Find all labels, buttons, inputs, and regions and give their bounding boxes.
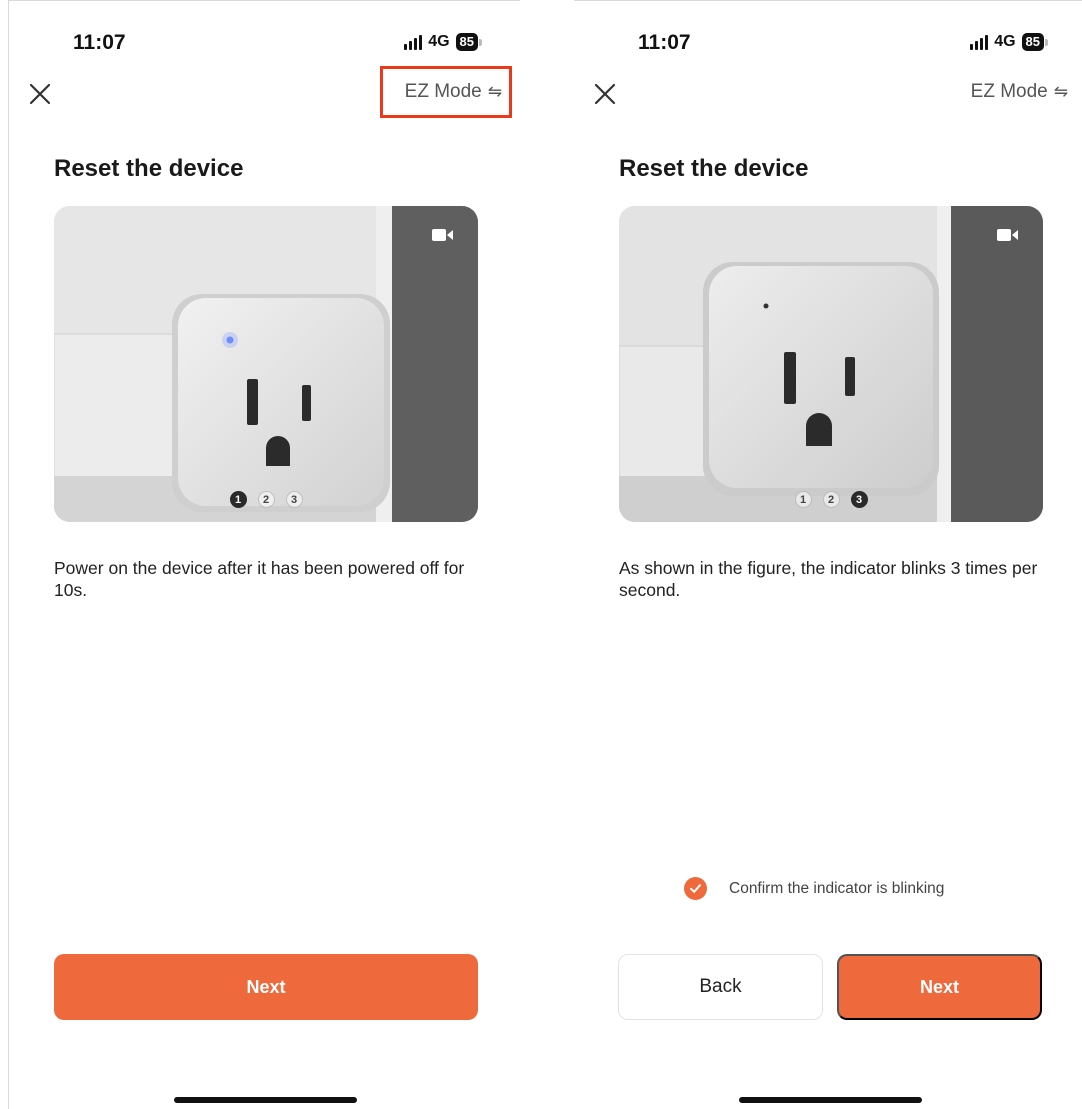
device-image-carousel[interactable]: 1 2 3 — [619, 206, 1043, 522]
status-time: 11:07 — [638, 31, 691, 54]
carousel-pager: 1 2 3 — [54, 491, 478, 508]
battery-icon: 85 — [1021, 33, 1048, 51]
battery-level: 85 — [455, 33, 478, 51]
check-circle-icon[interactable] — [684, 877, 707, 900]
network-label: 4G — [994, 33, 1016, 50]
battery-level: 85 — [1021, 33, 1044, 51]
pager-dot-3[interactable]: 3 — [285, 491, 303, 508]
page-title: Reset the device — [54, 155, 244, 182]
carousel-pager: 1 2 3 — [619, 491, 1043, 508]
pager-dot-2[interactable]: 2 — [257, 491, 275, 508]
pager-dot-3[interactable]: 3 — [850, 491, 868, 508]
confirm-label: Confirm the indicator is blinking — [729, 879, 945, 897]
back-button[interactable]: Back — [618, 954, 823, 1020]
smart-plug-photo — [619, 206, 1043, 522]
pager-dot-1[interactable]: 1 — [229, 491, 247, 508]
next-button[interactable]: Next — [837, 954, 1042, 1020]
smart-plug-photo — [54, 206, 478, 522]
ez-mode-label: EZ Mode — [970, 81, 1048, 102]
pager-dot-2[interactable]: 2 — [822, 491, 840, 508]
home-indicator[interactable] — [174, 1097, 357, 1103]
swap-arrows-icon: ⇋ — [1053, 82, 1068, 101]
video-camera-icon[interactable] — [432, 228, 454, 242]
ez-mode-button[interactable]: EZ Mode ⇋ — [971, 81, 1068, 103]
screen-step-3: 11:07 4G 85 EZ Mode ⇋ Reset the device 1… — [574, 0, 1082, 1109]
home-indicator[interactable] — [739, 1097, 922, 1103]
status-time: 11:07 — [73, 31, 126, 54]
next-button[interactable]: Next — [54, 954, 478, 1020]
page-title: Reset the device — [619, 155, 809, 182]
step-description: As shown in the figure, the indicator bl… — [619, 558, 1038, 600]
screen-step-1: 11:07 4G 85 EZ Mode ⇋ Reset the device 1… — [8, 0, 520, 1109]
signal-icon — [970, 34, 989, 50]
close-icon[interactable] — [592, 81, 618, 107]
highlight-box — [380, 66, 512, 118]
pager-dot-1[interactable]: 1 — [794, 491, 812, 508]
signal-icon — [404, 34, 423, 50]
video-camera-icon[interactable] — [997, 228, 1019, 242]
battery-icon: 85 — [455, 33, 482, 51]
close-icon[interactable] — [27, 81, 53, 107]
status-bar: 11:07 4G 85 — [9, 29, 520, 59]
device-image-carousel[interactable]: 1 2 3 — [54, 206, 478, 522]
status-bar: 11:07 4G 85 — [574, 29, 1082, 59]
step-description: Power on the device after it has been po… — [54, 558, 465, 600]
confirm-blinking-checkbox[interactable]: Confirm the indicator is blinking — [684, 877, 944, 900]
network-label: 4G — [428, 33, 450, 50]
